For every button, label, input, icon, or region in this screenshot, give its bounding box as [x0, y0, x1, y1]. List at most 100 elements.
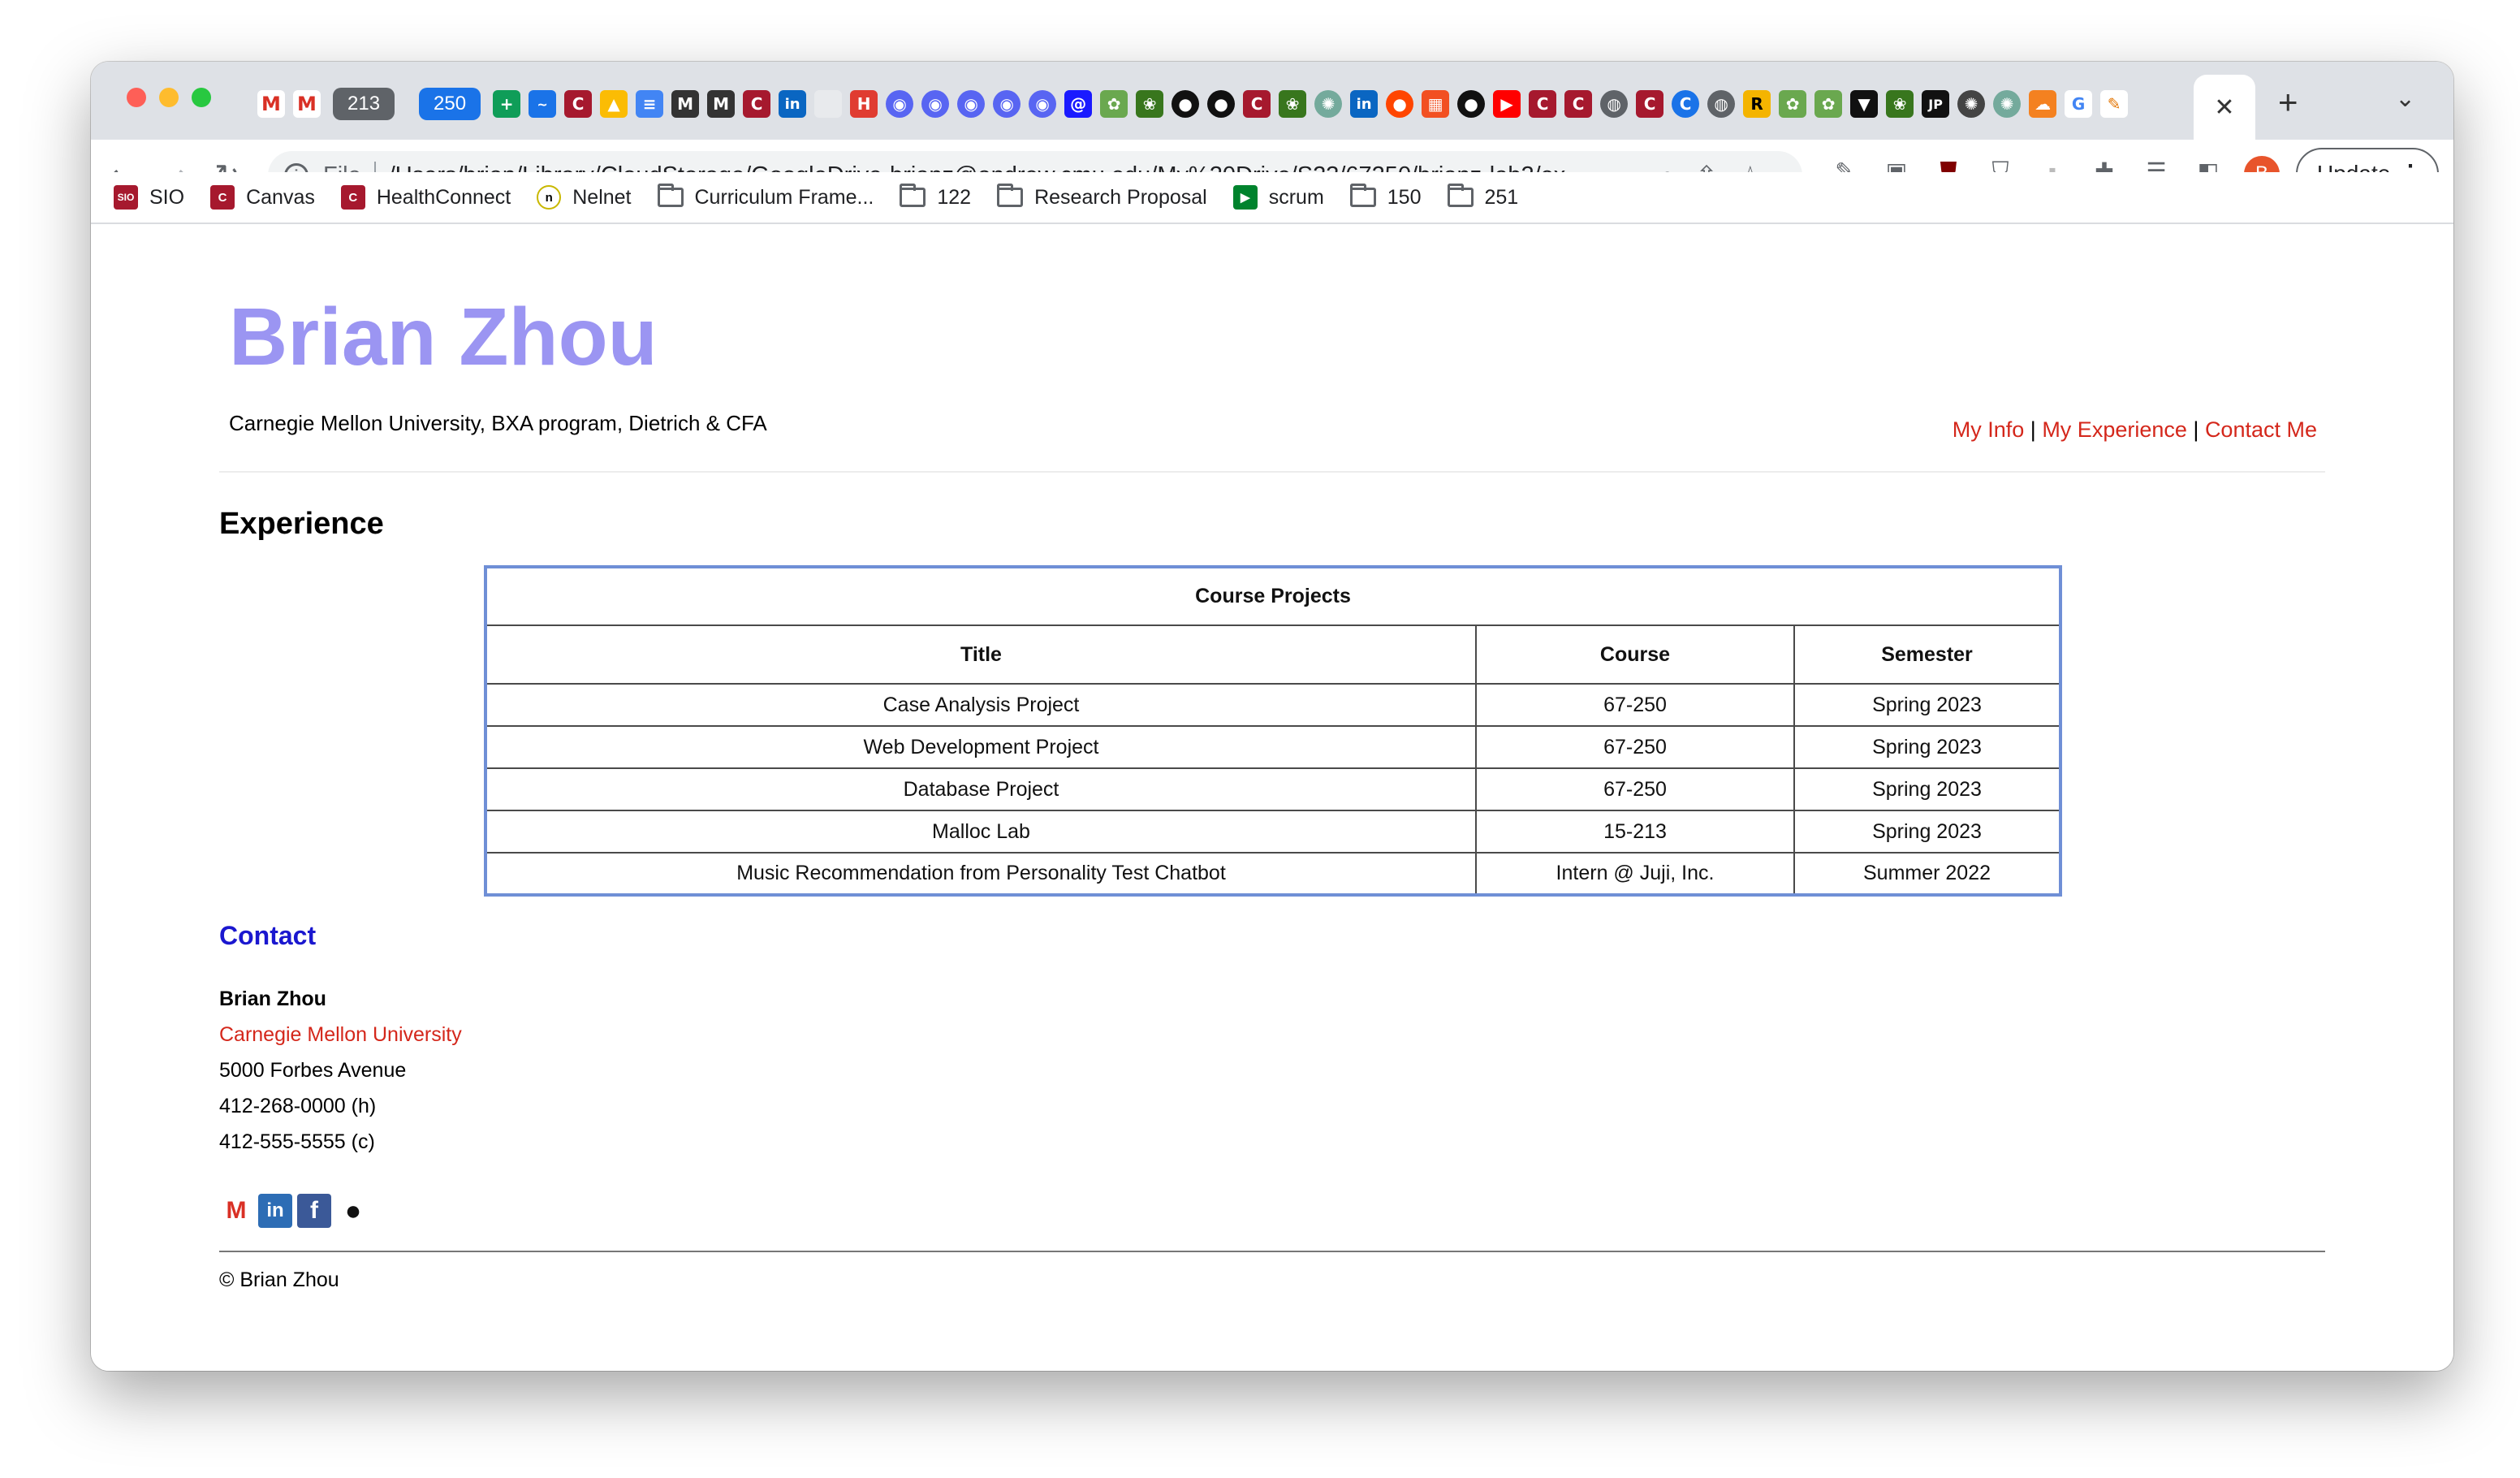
bookmark-research-folder[interactable]: Research Proposal: [997, 184, 1207, 210]
bookmark-scrum[interactable]: ▶ scrum: [1232, 185, 1324, 210]
tab-h-icon[interactable]: H: [850, 90, 878, 118]
tab-leaf-icon[interactable]: ✿: [1100, 90, 1128, 118]
nav-my-info-link[interactable]: My Info: [1953, 417, 2025, 442]
minimize-window-button[interactable]: [159, 88, 179, 107]
tab-chatgpt-icon[interactable]: ✺: [1957, 90, 1986, 118]
bookmark-label: HealthConnect: [376, 185, 511, 209]
copyright: © Brian Zhou: [219, 1268, 339, 1291]
header-divider: [219, 471, 2325, 473]
table-row: Music Recommendation from Personality Te…: [485, 852, 2061, 896]
cell-course: 67-250: [1475, 683, 1795, 727]
tab-linkedin-icon[interactable]: in: [779, 90, 807, 118]
bookmark-nelnet[interactable]: n Nelnet: [537, 185, 632, 210]
facebook-icon[interactable]: f: [297, 1194, 331, 1228]
tab-discord-icon[interactable]: ◉: [886, 90, 914, 118]
bookmark-label: Research Proposal: [1034, 185, 1207, 209]
tab-youtube-icon[interactable]: ▶: [1493, 90, 1521, 118]
active-tab[interactable]: ✕: [2194, 75, 2255, 140]
tab-sheets-icon[interactable]: +: [493, 90, 521, 118]
tab-linkedin-icon[interactable]: in: [1350, 90, 1379, 118]
tab-at-icon[interactable]: @: [1064, 90, 1093, 118]
tab-app-icon[interactable]: M: [671, 90, 700, 118]
bookmark-251-folder[interactable]: 251: [1447, 184, 1519, 210]
bookmark-label: Curriculum Frame...: [694, 185, 874, 209]
tab-canvas-icon[interactable]: C: [1529, 90, 1557, 118]
tab-globe-icon[interactable]: ◍: [1707, 90, 1736, 118]
tab-leaf-icon[interactable]: ✿: [1814, 90, 1843, 118]
bookmark-healthconnect[interactable]: C HealthConnect: [340, 185, 511, 210]
tab-search-chevron-icon[interactable]: ⌄: [2395, 84, 2415, 113]
tab-app-icon[interactable]: M: [707, 90, 736, 118]
tab-leaf-icon[interactable]: ❀: [1136, 90, 1164, 118]
cell-course: 67-250: [1475, 767, 1795, 811]
bookmark-label: 122: [937, 185, 972, 209]
tab-shield-icon[interactable]: ▼: [1850, 90, 1879, 118]
nav-my-experience-link[interactable]: My Experience: [2042, 417, 2187, 442]
linkedin-icon[interactable]: in: [258, 1194, 292, 1228]
tab-leaf-icon[interactable]: ❀: [1886, 90, 1914, 118]
cell-title: Malloc Lab: [485, 810, 1477, 854]
browser-window: M M 213 250 + ~ C ▲ ≡ M M C in H ◉ ◉ ◉ ◉…: [91, 62, 2453, 1371]
bookmark-150-folder[interactable]: 150: [1349, 184, 1422, 210]
nav-contact-me-link[interactable]: Contact Me: [2205, 417, 2317, 442]
tab-discord-icon[interactable]: ◉: [1029, 90, 1057, 118]
tab-canvas-icon[interactable]: C: [1564, 90, 1593, 118]
close-window-button[interactable]: [127, 88, 146, 107]
tab-gmail-icon[interactable]: M: [257, 90, 285, 118]
tab-chatgpt-icon[interactable]: ✺: [1993, 90, 2022, 118]
tab-microsoft-icon[interactable]: ▦: [1422, 90, 1450, 118]
bookmark-122-folder[interactable]: 122: [900, 184, 972, 210]
bookmark-sio[interactable]: SIO SIO: [114, 185, 184, 210]
cell-course: 67-250: [1475, 725, 1795, 769]
tab-jp-icon[interactable]: JP: [1922, 90, 1950, 118]
contact-phone-cell: 412-555-5555 (c): [219, 1130, 375, 1153]
tab-blank-icon[interactable]: [814, 90, 843, 118]
tab-reddit-icon[interactable]: ●: [1386, 90, 1414, 118]
bookmark-canvas[interactable]: C Canvas: [210, 185, 315, 210]
tab-canvas-icon[interactable]: C: [1243, 90, 1271, 118]
tab-app-icon[interactable]: C: [1672, 90, 1700, 118]
window-controls: [127, 88, 211, 107]
tab-discord-icon[interactable]: ◉: [921, 90, 950, 118]
bookmarks-bar: SIO SIO C Canvas C HealthConnect n Nelne…: [91, 172, 2453, 224]
tab-canvas-icon[interactable]: C: [564, 90, 593, 118]
footer-divider: [219, 1251, 2325, 1252]
social-links: M in f ●: [219, 1194, 370, 1228]
tab-globe-icon[interactable]: ◍: [1600, 90, 1629, 118]
zoom-window-button[interactable]: [192, 88, 211, 107]
tab-wave-icon[interactable]: ~: [529, 90, 557, 118]
bookmark-label: Nelnet: [572, 185, 632, 209]
new-tab-icon[interactable]: +: [2278, 83, 2298, 122]
tab-chatgpt-icon[interactable]: ✺: [1314, 90, 1343, 118]
gmail-icon[interactable]: M: [219, 1194, 253, 1228]
tab-docs-icon[interactable]: ≡: [636, 90, 664, 118]
tab-google-icon[interactable]: G: [2065, 90, 2093, 118]
table-row: Case Analysis Project 67-250 Spring 2023: [485, 683, 2061, 727]
tab-github-icon[interactable]: ●: [1457, 90, 1486, 118]
bookmark-label: SIO: [149, 185, 185, 209]
tab-leaf-icon[interactable]: ❀: [1279, 90, 1307, 118]
contact-heading: Contact: [219, 921, 317, 950]
contact-org-link[interactable]: Carnegie Mellon University: [219, 1017, 462, 1052]
cell-course: Intern @ Juji, Inc.: [1475, 852, 1795, 896]
tab-drive-icon[interactable]: ▲: [600, 90, 628, 118]
course-projects-table: Course Projects Title Course Semester Ca…: [484, 565, 2062, 897]
tab-github-icon[interactable]: ●: [1207, 90, 1236, 118]
tab-group-badge[interactable]: 213: [333, 88, 395, 120]
tab-gmail-icon[interactable]: M: [293, 90, 321, 118]
bookmark-label: 251: [1484, 185, 1519, 209]
github-icon[interactable]: ●: [336, 1194, 370, 1228]
close-tab-icon[interactable]: ✕: [2214, 93, 2234, 122]
tab-leaf-icon[interactable]: ✿: [1779, 90, 1807, 118]
tab-group-badge[interactable]: 250: [419, 88, 481, 120]
tab-canvas-icon[interactable]: C: [743, 90, 771, 118]
tab-github-icon[interactable]: ●: [1172, 90, 1200, 118]
tab-discord-icon[interactable]: ◉: [993, 90, 1021, 118]
tab-pen-icon[interactable]: ✎: [2100, 90, 2129, 118]
tab-canvas-icon[interactable]: C: [1636, 90, 1664, 118]
tab-discord-icon[interactable]: ◉: [957, 90, 986, 118]
tab-r-icon[interactable]: R: [1743, 90, 1771, 118]
tab-cloud-icon[interactable]: ☁: [2029, 90, 2057, 118]
cell-semester: Spring 2023: [1793, 725, 2061, 769]
bookmark-curriculum-folder[interactable]: Curriculum Frame...: [657, 184, 874, 210]
